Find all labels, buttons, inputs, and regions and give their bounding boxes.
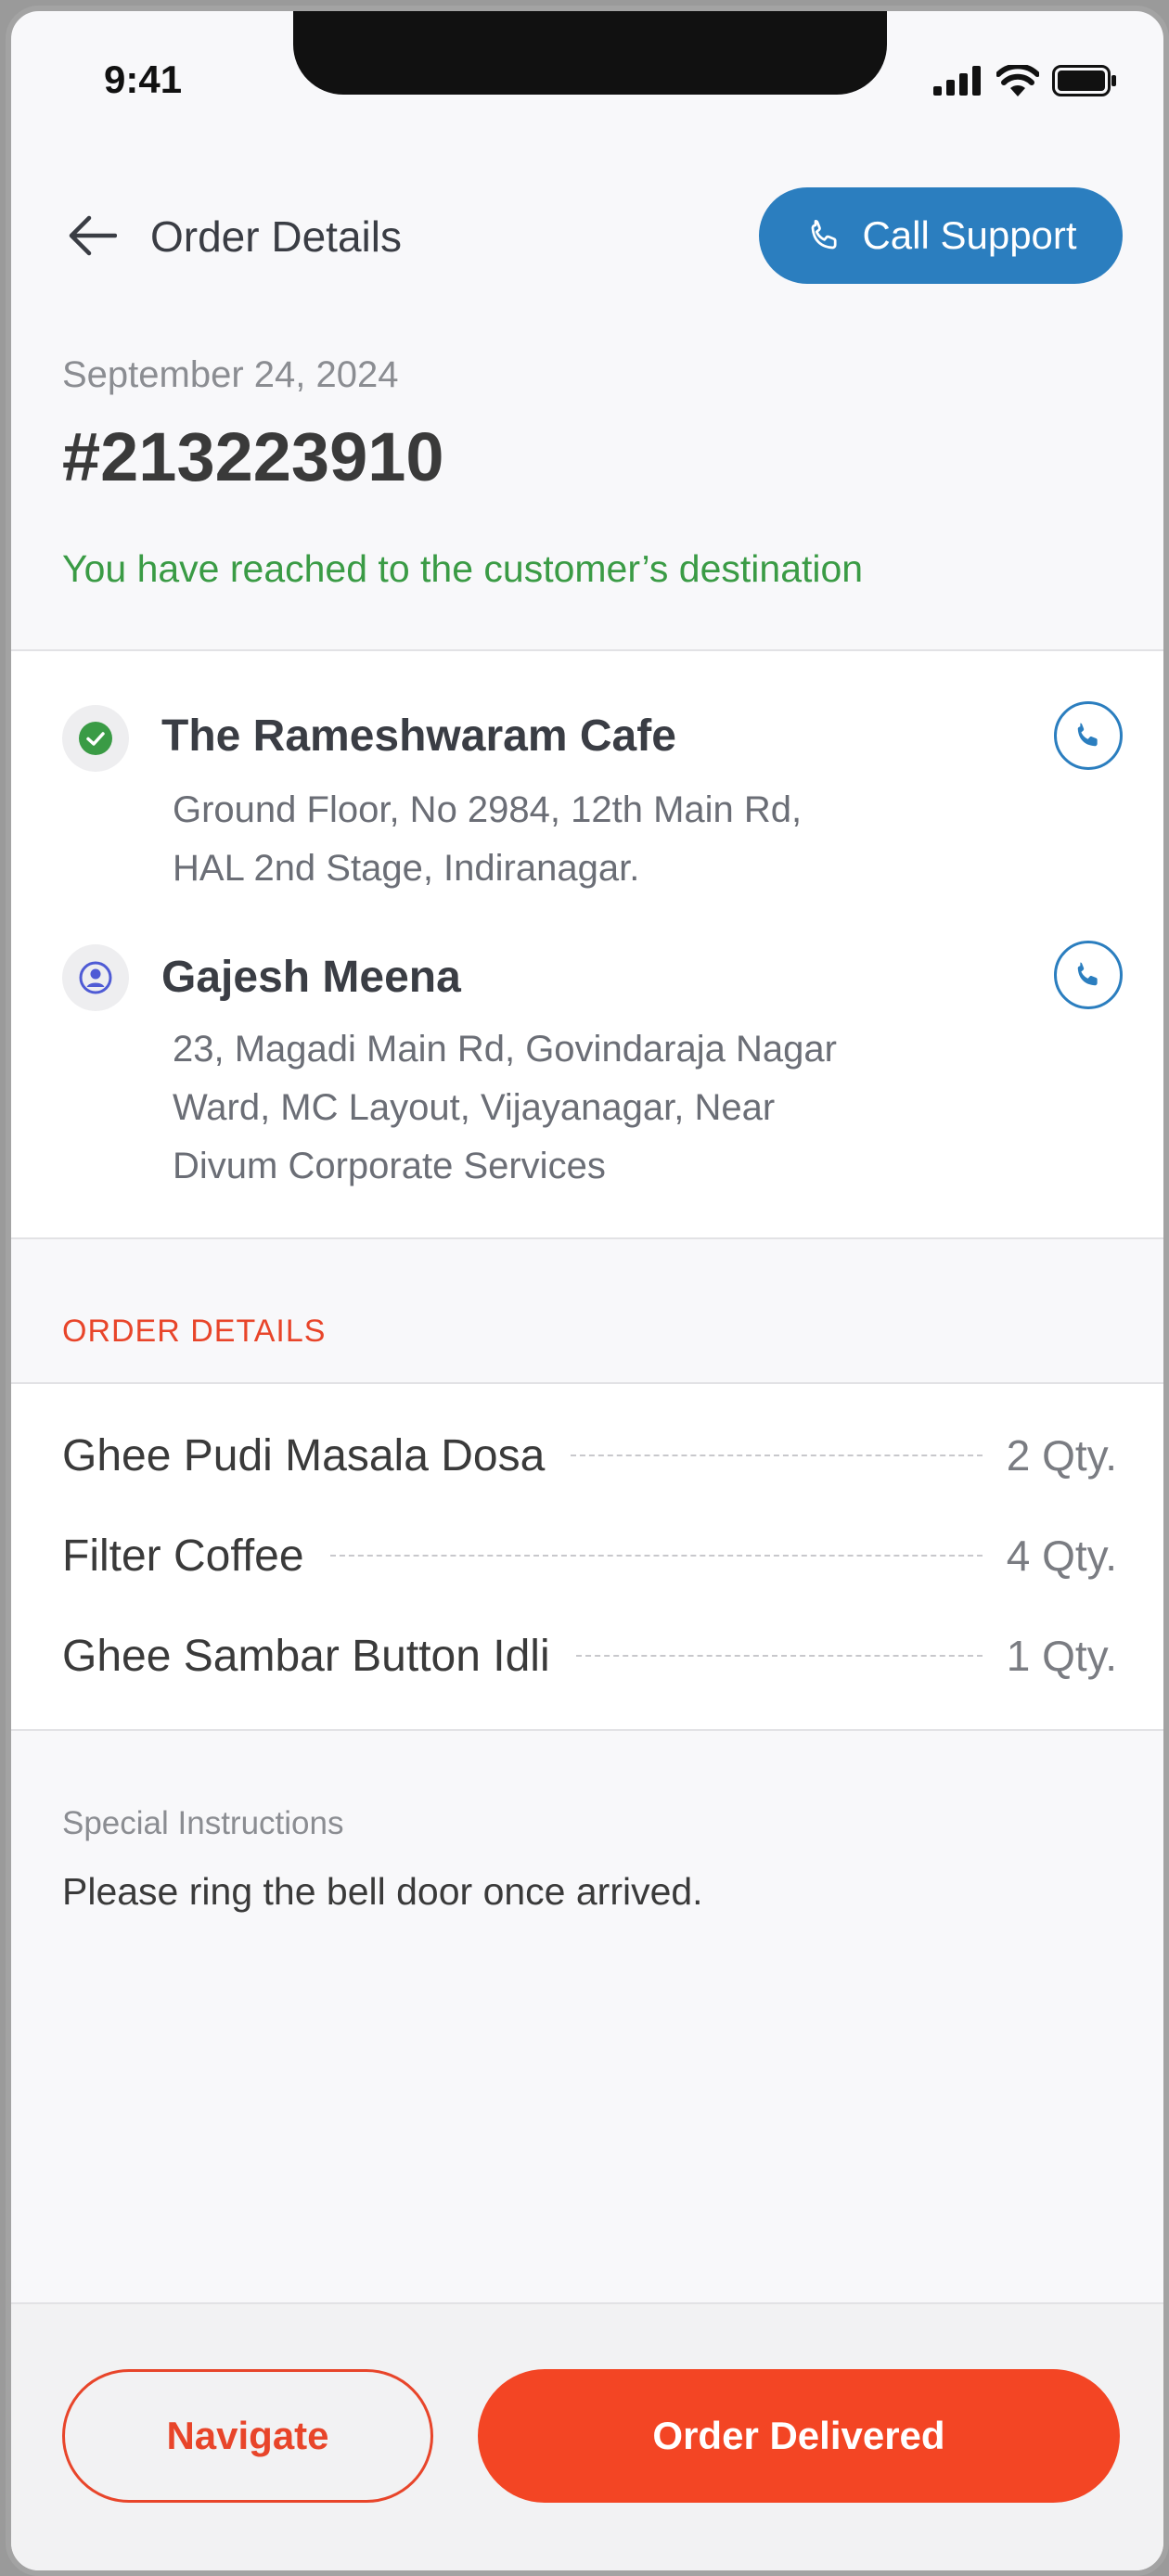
item-name: Ghee Pudi Masala Dosa xyxy=(62,1430,546,1480)
order-details-heading: ORDER DETAILS xyxy=(62,1314,327,1349)
item-quantity: 4 Qty. xyxy=(1006,1532,1117,1580)
phone-icon xyxy=(1077,962,1098,986)
delivery-status-message: You have reached to the customer’s desti… xyxy=(62,547,864,590)
customer-address-line: Divum Corporate Services xyxy=(173,1146,606,1186)
order-item: Ghee Sambar Button Idli 1 Qty. xyxy=(62,1623,1117,1688)
pickup-status-icon xyxy=(62,705,129,772)
order-items-list: Ghee Pudi Masala Dosa 2 Qty. Filter Coff… xyxy=(11,1384,1163,1729)
customer-icon xyxy=(62,944,129,1011)
item-quantity: 2 Qty. xyxy=(1006,1431,1117,1480)
order-item: Filter Coffee 4 Qty. xyxy=(62,1523,1117,1588)
call-support-label: Call Support xyxy=(862,213,1077,257)
page-title: Order Details xyxy=(150,212,402,261)
navigate-button[interactable]: Navigate xyxy=(62,2369,433,2503)
special-instructions-label: Special Instructions xyxy=(62,1805,344,1841)
customer-address-line: Ward, MC Layout, Vijayanagar, Near xyxy=(173,1087,776,1128)
order-item: Ghee Pudi Masala Dosa 2 Qty. xyxy=(62,1423,1117,1488)
signal-icon xyxy=(933,66,981,96)
phone-icon xyxy=(1077,723,1098,747)
item-dash-leader xyxy=(329,1555,983,1557)
phone-icon xyxy=(812,220,837,250)
top-app-bar: Order Details Call Support xyxy=(11,178,1163,289)
battery-icon xyxy=(1052,65,1116,96)
customer-name: Gajesh Meena xyxy=(161,953,461,1002)
item-dash-leader xyxy=(575,1655,983,1657)
check-circle-icon xyxy=(79,722,112,755)
order-date: September 24, 2024 xyxy=(62,354,399,395)
user-circle-icon xyxy=(79,961,112,994)
pickup-name: The Rameshwaram Cafe xyxy=(161,711,676,761)
phone-screen: 9:41 Order Details Call Support Septembe… xyxy=(6,6,1169,2576)
bottom-action-bar: Navigate Order Delivered xyxy=(11,2302,1163,2570)
pickup-address-line: Ground Floor, No 2984, 12th Main Rd, xyxy=(173,789,803,830)
item-dash-leader xyxy=(571,1455,983,1456)
device-notch xyxy=(293,11,887,95)
order-delivered-button[interactable]: Order Delivered xyxy=(478,2369,1120,2503)
special-instructions-text: Please ring the bell door once arrived. xyxy=(62,1870,703,1913)
divider xyxy=(11,1237,1163,1239)
call-support-button[interactable]: Call Support xyxy=(759,187,1123,284)
back-arrow-icon xyxy=(69,215,117,256)
divider xyxy=(11,1729,1163,1731)
pickup-address-line: HAL 2nd Stage, Indiranagar. xyxy=(173,848,640,889)
customer-address: 23, Magadi Main Rd, Govindaraja Nagar Wa… xyxy=(173,1020,970,1196)
order-id: #213223910 xyxy=(62,418,444,495)
item-name: Ghee Sambar Button Idli xyxy=(62,1631,550,1681)
locations-card: The Rameshwaram Cafe Ground Floor, No 29… xyxy=(11,651,1163,1237)
call-customer-button[interactable] xyxy=(1054,941,1123,1009)
pickup-address: Ground Floor, No 2984, 12th Main Rd, HAL… xyxy=(173,781,970,898)
call-pickup-button[interactable] xyxy=(1054,701,1123,770)
status-icons xyxy=(933,65,1117,96)
customer-address-line: 23, Magadi Main Rd, Govindaraja Nagar xyxy=(173,1029,837,1070)
back-button[interactable] xyxy=(67,210,119,262)
wifi-icon xyxy=(996,65,1039,96)
item-quantity: 1 Qty. xyxy=(1006,1632,1117,1680)
status-time: 9:41 xyxy=(104,58,183,101)
item-name: Filter Coffee xyxy=(62,1531,304,1581)
